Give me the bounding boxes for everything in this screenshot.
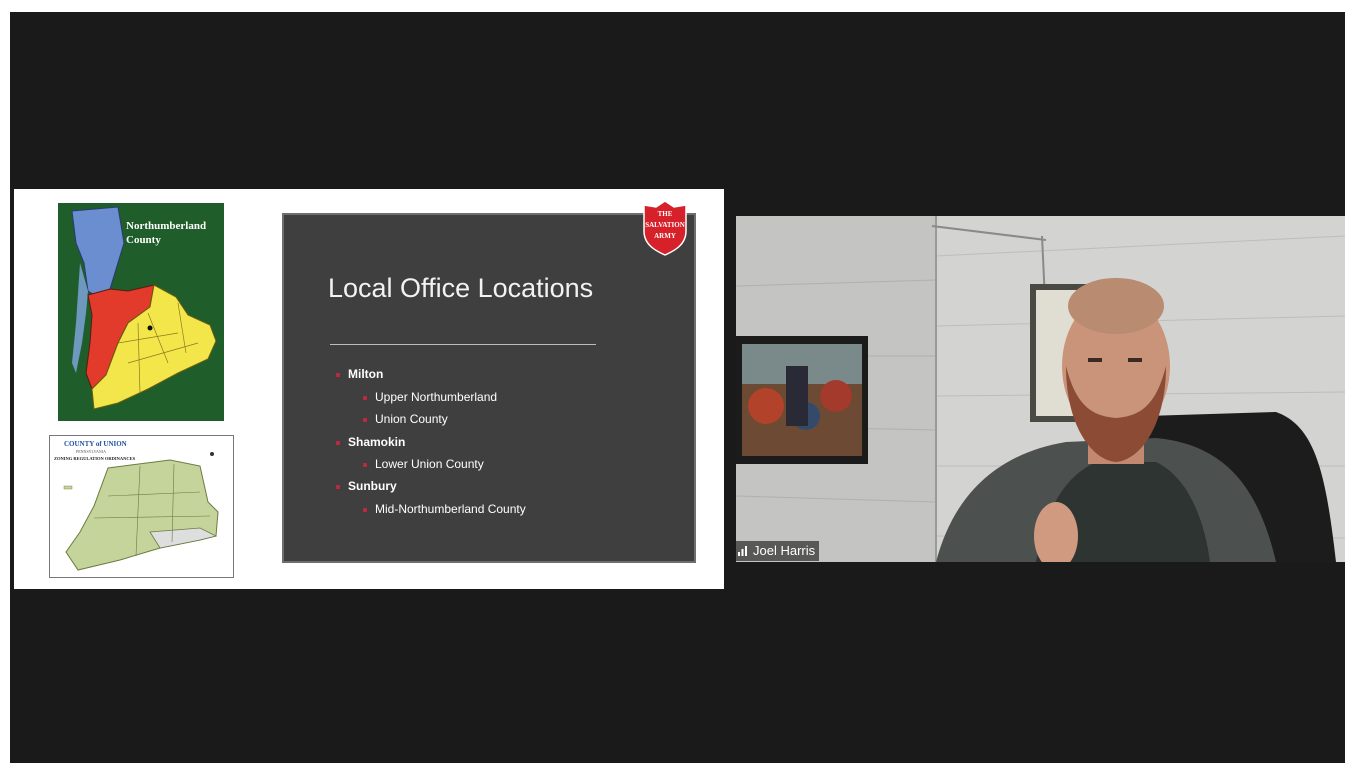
bullet-text: Shamokin xyxy=(348,435,406,449)
participant-name-tag: Joel Harris xyxy=(736,541,820,561)
bullet-text: Lower Union County xyxy=(375,457,484,471)
bullet-text: Mid-Northumberland County xyxy=(375,502,526,516)
union-county-map: COUNTY of UNION PENNSYLVANIA ZONING REGU… xyxy=(49,435,234,578)
northumberland-county-map: Northumberland County xyxy=(58,203,224,421)
bullet-item: Mid-Northumberland County xyxy=(363,502,526,516)
bullet-marker xyxy=(336,440,340,445)
bullet-item: Sunbury xyxy=(336,479,397,493)
bullet-text: Milton xyxy=(348,367,384,381)
logo-text-3: ARMY xyxy=(654,232,676,240)
bullet-marker xyxy=(363,507,367,512)
webcam-video xyxy=(736,216,1345,562)
presentation-slide: Local Office Locations Milton Upper Nort… xyxy=(282,213,696,563)
bullet-text: Sunbury xyxy=(348,479,397,493)
union-map-caption: ZONING REGULATION ORDINANCES xyxy=(54,456,136,461)
title-divider xyxy=(330,344,596,345)
bullet-item: Shamokin xyxy=(336,435,405,449)
logo-text-2: SALVATION xyxy=(645,221,685,229)
bullet-item: Union County xyxy=(363,412,448,426)
bullet-item: Lower Union County xyxy=(363,457,484,471)
bullet-marker xyxy=(363,417,367,422)
union-map-subheader: PENNSYLVANIA xyxy=(76,449,106,454)
union-map-header: COUNTY of UNION xyxy=(64,440,127,448)
bullet-text: Union County xyxy=(375,412,448,426)
bullet-item: Upper Northumberland xyxy=(363,390,497,404)
north-map-title-2: County xyxy=(126,234,161,246)
bullet-marker xyxy=(363,395,367,400)
bullet-marker xyxy=(363,462,367,467)
participant-name: Joel Harris xyxy=(753,543,816,558)
north-map-title-1: Northumberland xyxy=(126,220,206,232)
logo-text-1: THE xyxy=(658,210,673,218)
bullet-item: Milton xyxy=(336,367,383,381)
salvation-army-logo: THE SALVATION ARMY xyxy=(643,200,687,256)
bullet-text: Upper Northumberland xyxy=(375,390,498,404)
bullet-marker xyxy=(336,484,340,489)
bullet-marker xyxy=(336,372,340,377)
participant-video-tile[interactable]: Joel Harris xyxy=(736,216,1345,562)
connection-signal-icon xyxy=(738,546,747,556)
shared-screen: Northumberland County COUNTY of UNION PE… xyxy=(14,189,724,589)
slide-title: Local Office Locations xyxy=(328,273,594,303)
